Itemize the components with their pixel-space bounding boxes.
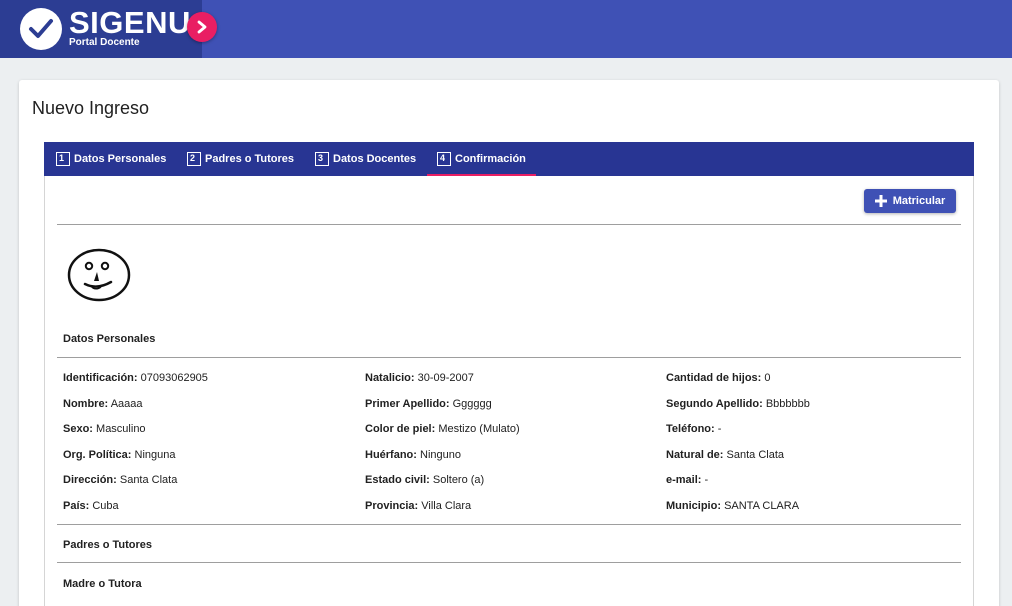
field-estado-civil: Estado civil: Soltero (a) <box>365 474 484 486</box>
chevron-right-icon[interactable] <box>187 12 217 42</box>
tab-padres-tutores[interactable]: 2 Padres o Tutores <box>187 142 294 176</box>
field-org-politica: Org. Política: Ninguna <box>63 449 176 461</box>
field-value: 0 <box>764 372 771 384</box>
field-label: Dirección: <box>63 474 117 486</box>
field-label: Provincia: <box>365 500 419 512</box>
field-value: - <box>717 423 722 435</box>
field-telefono: Teléfono: - <box>666 423 721 435</box>
field-label: Sexo: <box>63 423 93 435</box>
field-value: Cuba <box>92 500 119 512</box>
field-label: Color de piel: <box>365 423 436 435</box>
tab-label: Datos Personales <box>74 153 167 165</box>
field-value: Masculino <box>96 423 146 435</box>
field-huerfano: Huérfano: Ninguno <box>365 449 461 461</box>
field-label: Nombre: <box>63 398 109 410</box>
field-label: Municipio: <box>666 500 721 512</box>
field-value: Mestizo (Mulato) <box>438 423 520 435</box>
field-value: Soltero (a) <box>432 474 485 486</box>
field-sexo: Sexo: Masculino <box>63 423 146 435</box>
field-value: Aaaaa <box>110 398 143 410</box>
field-nombre: Nombre: Aaaaa <box>63 398 143 410</box>
field-label: Natalicio: <box>365 372 415 384</box>
field-value: Santa Clata <box>119 474 178 486</box>
student-photo <box>67 248 131 302</box>
section-datos-personales: Datos Personales <box>63 333 156 345</box>
page-title: Nuevo Ingreso <box>32 98 150 118</box>
field-label: e-mail: <box>666 474 702 486</box>
section-padres-tutores: Padres o Tutores <box>63 539 153 551</box>
field-label: Primer Apellido: <box>365 398 450 410</box>
field-cantidad-hijos: Cantidad de hijos: 0 <box>666 372 771 384</box>
tab-datos-personales[interactable]: 1 Datos Personales <box>56 142 166 176</box>
field-value: Santa Clata <box>726 449 785 461</box>
matricular-button[interactable]: Matricular <box>864 189 956 213</box>
tab-confirmacion[interactable]: 4 Confirmación <box>427 142 536 176</box>
field-value: 07093062905 <box>140 372 208 384</box>
field-color-piel: Color de piel: Mestizo (Mulato) <box>365 423 520 435</box>
brand-name: SIGENU <box>69 5 191 40</box>
field-value: Ninguna <box>134 449 176 461</box>
field-segundo-apellido: Segundo Apellido: Bbbbbbb <box>666 398 810 410</box>
field-provincia: Provincia: Villa Clara <box>365 500 471 512</box>
field-value: Bbbbbbb <box>765 398 810 410</box>
confirmation-panel: Matricular Datos Personales Identificaci… <box>44 176 974 606</box>
section-madre-tutora: Madre o Tutora <box>63 578 142 590</box>
field-email: e-mail: - <box>666 474 708 486</box>
check-circle-icon <box>20 8 62 50</box>
field-label: Huérfano: <box>365 449 417 461</box>
field-natural-de: Natural de: Santa Clata <box>666 449 784 461</box>
numbered-box-icon: 1 <box>56 152 70 166</box>
field-municipio: Municipio: SANTA CLARA <box>666 500 799 512</box>
field-label: Natural de: <box>666 449 724 461</box>
field-label: Segundo Apellido: <box>666 398 763 410</box>
brand-block: SIGENU Portal Docente <box>0 0 202 58</box>
field-value: Villa Clara <box>421 500 472 512</box>
field-natalicio: Natalicio: 30-09-2007 <box>365 372 474 384</box>
top-bar: SIGENU Portal Docente <box>0 0 1012 58</box>
field-label: Org. Política: <box>63 449 132 461</box>
field-value: - <box>704 474 709 486</box>
divider <box>57 224 961 225</box>
numbered-box-icon: 3 <box>315 152 329 166</box>
field-primer-apellido: Primer Apellido: Gggggg <box>365 398 492 410</box>
field-value: 30-09-2007 <box>417 372 474 384</box>
matricular-label: Matricular <box>892 195 946 207</box>
brand-subtitle: Portal Docente <box>69 37 140 48</box>
numbered-box-icon: 2 <box>187 152 201 166</box>
field-value: Ninguno <box>420 449 461 461</box>
main-card: Nuevo Ingreso 1 Datos Personales 2 Padre… <box>19 80 999 606</box>
field-label: Estado civil: <box>365 474 430 486</box>
field-label: Teléfono: <box>666 423 715 435</box>
field-label: Identificación: <box>63 372 138 384</box>
tab-label: Datos Docentes <box>333 153 417 165</box>
tab-label: Confirmación <box>455 153 526 165</box>
field-value: Gggggg <box>452 398 492 410</box>
field-pais: País: Cuba <box>63 500 119 512</box>
field-identificacion: Identificación: 07093062905 <box>63 372 208 384</box>
plus-icon <box>874 195 887 207</box>
divider <box>57 524 961 525</box>
divider <box>57 562 961 563</box>
tab-label: Padres o Tutores <box>205 153 295 165</box>
tab-datos-docentes[interactable]: 3 Datos Docentes <box>315 142 416 176</box>
numbered-box-icon: 4 <box>437 152 451 166</box>
field-direccion: Dirección: Santa Clata <box>63 474 177 486</box>
field-value: SANTA CLARA <box>724 500 800 512</box>
wizard-tabs: 1 Datos Personales 2 Padres o Tutores 3 … <box>44 142 974 176</box>
divider <box>57 357 961 358</box>
field-label: Cantidad de hijos: <box>666 372 762 384</box>
field-label: País: <box>63 500 90 512</box>
